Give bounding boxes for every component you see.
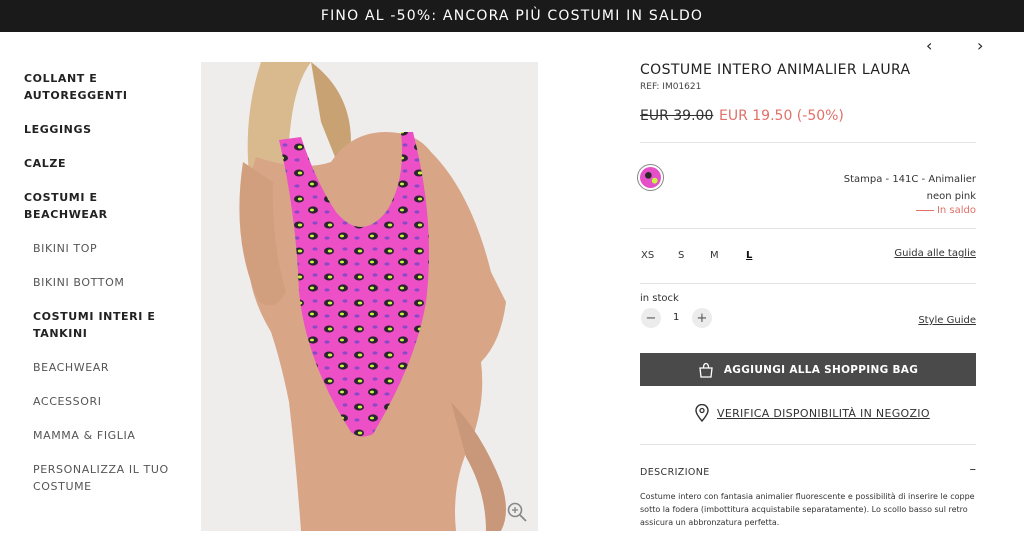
add-to-bag-label: AGGIUNGI ALLA SHOPPING BAG (723, 363, 919, 376)
sale-label: In saldo (936, 205, 976, 216)
sale-line (915, 210, 934, 211)
nav-sub-personalizza[interactable]: PERSONALIZZA IL TUO COSTUME (33, 461, 174, 495)
store-availability-link[interactable]: VERIFICA DISPONIBILITÀ IN NEGOZIO (695, 404, 930, 422)
price-original: EUR 39.00 (640, 108, 714, 124)
nav-sub-bikini-top[interactable]: BIKINI TOP (33, 240, 174, 257)
quantity-value: 1 (673, 312, 680, 323)
nav-item-calze[interactable]: CALZE (24, 155, 174, 172)
add-to-bag-button[interactable]: AGGIUNGI ALLA SHOPPING BAG (640, 353, 976, 386)
shopping-bag-icon (699, 362, 713, 378)
divider (640, 228, 976, 229)
color-name: Stampa - 141C - Animalier neon pink (843, 174, 976, 202)
size-guide-link[interactable]: Guida alle taglie (894, 248, 976, 259)
size-xs[interactable]: XS (641, 250, 654, 261)
nav-sub-bikini-bottom[interactable]: BIKINI BOTTOM (33, 274, 174, 291)
size-m[interactable]: M (710, 250, 719, 261)
nav-sub-accessori[interactable]: ACCESSORI (33, 393, 174, 410)
size-s[interactable]: S (678, 250, 684, 261)
quantity-decrease-button[interactable]: − (641, 308, 661, 328)
style-guide-link[interactable]: Style Guide (918, 315, 976, 326)
nav-sub-beachwear[interactable]: BEACHWEAR (33, 359, 174, 376)
product-title: COSTUME INTERO ANIMALIER LAURA (640, 62, 911, 78)
chevron-right-icon[interactable]: › (977, 36, 983, 55)
product-ref: REF: IM01621 (640, 82, 702, 92)
nav-sub-mamma-figlia[interactable]: MAMMA & FIGLIA (33, 427, 174, 444)
category-sidebar: COLLANT E AUTOREGGENTI LEGGINGS CALZE CO… (24, 70, 174, 512)
nav-item-costumi-beachwear[interactable]: COSTUMI E BEACHWEAR (24, 189, 174, 223)
store-availability-label: VERIFICA DISPONIBILITÀ IN NEGOZIO (717, 406, 930, 420)
zoom-icon[interactable] (506, 501, 528, 523)
quantity-increase-button[interactable]: + (692, 308, 712, 328)
nav-item-leggings[interactable]: LEGGINGS (24, 121, 174, 138)
divider (640, 444, 976, 445)
divider (640, 142, 976, 143)
price-sale: EUR 19.50 (-50%) (719, 108, 844, 124)
nav-sub-costumi-interi[interactable]: COSTUMI INTERI E TANKINI (33, 308, 174, 342)
promo-banner[interactable]: FINO AL -50%: ANCORA PIÙ COSTUMI IN SALD… (0, 0, 1024, 32)
size-l[interactable]: L (746, 250, 752, 261)
sale-badge: In saldo (915, 205, 976, 216)
nav-item-collant[interactable]: COLLANT E AUTOREGGENTI (24, 70, 174, 104)
divider (640, 283, 976, 284)
stock-status: in stock (640, 293, 679, 304)
chevron-left-icon[interactable]: ‹ (926, 36, 932, 55)
description-heading[interactable]: DESCRIZIONE (640, 467, 710, 478)
model-photo (201, 62, 538, 531)
promo-text: FINO AL -50%: ANCORA PIÙ COSTUMI IN SALD… (320, 8, 704, 24)
swatch-pattern (640, 167, 661, 188)
description-collapse-icon[interactable]: – (970, 462, 977, 477)
product-image[interactable] (201, 62, 538, 531)
description-text: Costume intero con fantasia animalier fl… (640, 492, 975, 527)
color-swatch[interactable] (637, 164, 664, 191)
location-pin-icon (695, 404, 709, 422)
